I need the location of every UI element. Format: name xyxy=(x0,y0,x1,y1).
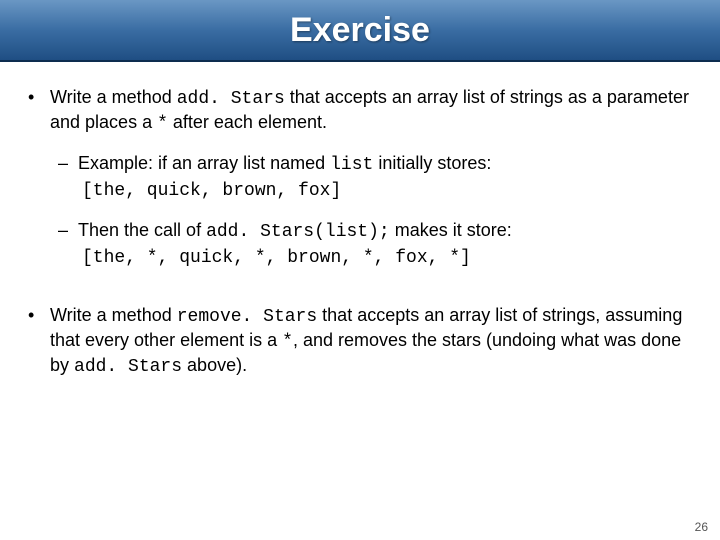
slide-body: Write a method add. Stars that accepts a… xyxy=(0,62,720,379)
text: Write a method xyxy=(50,87,177,107)
sub-example-intro: Example: if an array list named list ini… xyxy=(22,152,698,177)
bullet-addstars: Write a method add. Stars that accepts a… xyxy=(22,86,698,136)
text: above). xyxy=(182,355,247,375)
slide-header: Exercise xyxy=(0,0,720,62)
page-number: 26 xyxy=(695,520,708,534)
example-result-list: [the, *, quick, *, brown, *, fox, *] xyxy=(22,248,698,268)
code-method2: add. Stars xyxy=(74,357,182,377)
code-call: add. Stars(list); xyxy=(206,222,390,242)
text: Write a method xyxy=(50,305,177,325)
example-initial-list: [the, quick, brown, fox] xyxy=(22,181,698,201)
bullet-removestars: Write a method remove. Stars that accept… xyxy=(22,304,698,379)
text: Then the call of xyxy=(78,220,206,240)
code-method: add. Stars xyxy=(177,89,285,109)
code-star: * xyxy=(157,114,168,134)
text: initially stores: xyxy=(373,153,491,173)
text: Example: if an array list named xyxy=(78,153,330,173)
code-method: remove. Stars xyxy=(177,307,317,327)
code-star: * xyxy=(282,332,293,352)
text: makes it store: xyxy=(390,220,512,240)
code-list: list xyxy=(330,155,373,175)
text: after each element. xyxy=(168,112,327,132)
slide-title: Exercise xyxy=(290,11,430,50)
sub-then-call: Then the call of add. Stars(list); makes… xyxy=(22,219,698,244)
